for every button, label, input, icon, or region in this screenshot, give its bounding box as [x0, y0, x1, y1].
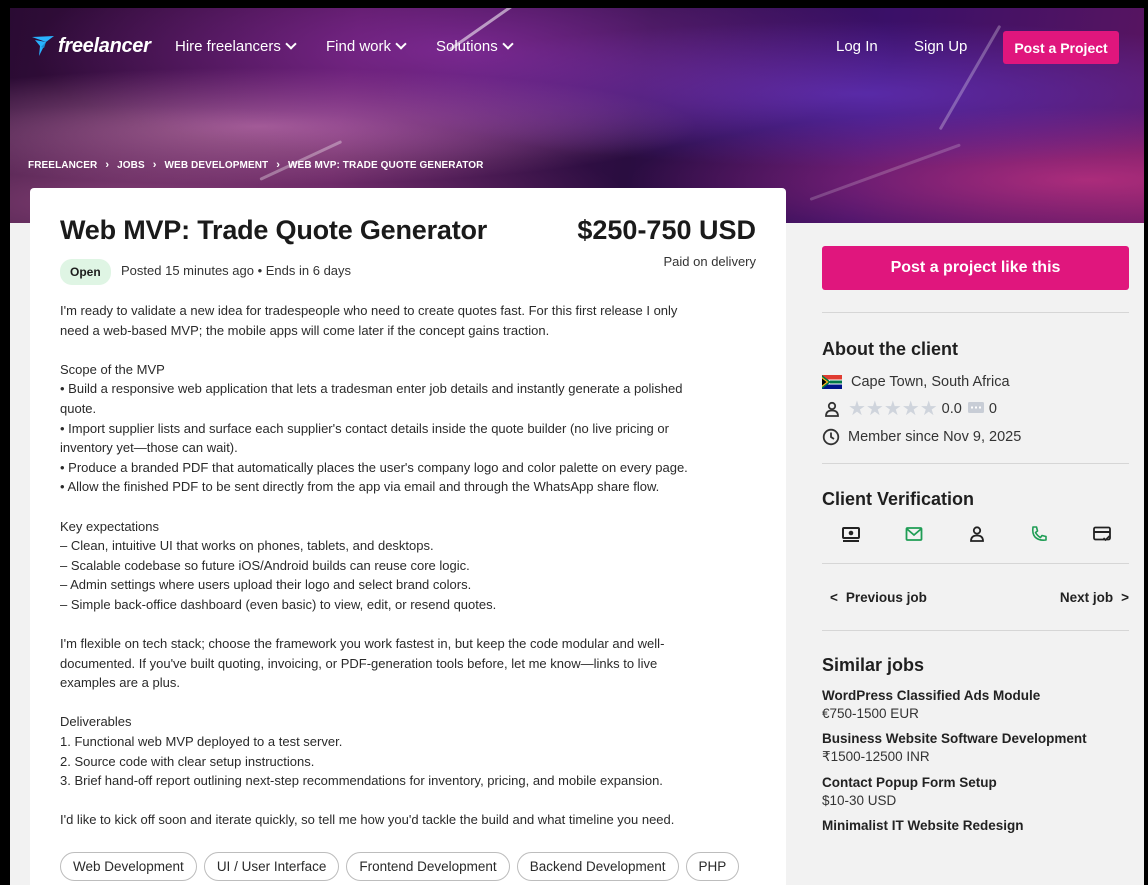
similar-job-title: Business Website Software Development — [822, 731, 1087, 746]
similar-job-title: Minimalist IT Website Redesign — [822, 818, 1024, 833]
post-project-button[interactable]: Post a Project — [1003, 31, 1119, 64]
about-client-heading: About the client — [822, 339, 958, 359]
hero-streak — [809, 143, 961, 201]
breadcrumb-jobs[interactable]: JOBS — [117, 160, 145, 171]
breadcrumb-web-development[interactable]: WEB DEVELOPMENT — [165, 160, 269, 171]
nav-hire-freelancers[interactable]: Hire freelancers — [175, 38, 297, 55]
post-similar-project-button[interactable]: Post a project like this — [822, 246, 1129, 290]
skill-tag[interactable]: Backend Development — [516, 852, 679, 881]
breadcrumb-separator: › — [276, 159, 281, 171]
skill-tag[interactable]: Web Development — [60, 852, 197, 881]
south-africa-flag-icon — [822, 375, 842, 389]
user-icon — [825, 401, 839, 417]
login-label: Log In — [836, 38, 878, 55]
phone-icon — [1032, 526, 1048, 541]
client-rating: ★★★★★ 0.0 0 — [822, 396, 1129, 421]
skill-tag[interactable]: UI / User Interface — [203, 852, 340, 881]
similar-job-title: Contact Popup Form Setup — [822, 775, 997, 790]
comment-icon — [967, 402, 984, 413]
nav-hire-label: Hire freelancers — [175, 38, 281, 55]
email-icon — [905, 527, 923, 541]
job-pagination: < Previous job Next job > — [822, 590, 1129, 605]
signup-label: Sign Up — [914, 38, 968, 55]
reviews-count: 0 — [988, 400, 997, 417]
chevron-down-icon — [395, 38, 407, 50]
similar-job-item[interactable]: Contact Popup Form Setup $10-30 USD — [822, 775, 1129, 808]
user-icon — [969, 526, 984, 542]
top-nav: freelancer Hire freelancers Find work So… — [10, 8, 1144, 86]
divider — [822, 563, 1129, 564]
similar-job-price: $10-30 USD — [822, 793, 897, 808]
description-paragraph: I'm ready to validate a new idea for tra… — [60, 303, 678, 338]
chevron-down-icon — [502, 38, 514, 50]
chevron-left-icon: < — [830, 590, 838, 605]
member-since-text: Member since Nov 9, 2025 — [848, 429, 1022, 445]
next-job-link[interactable]: Next job > — [1060, 590, 1129, 605]
payment-icon — [842, 527, 860, 542]
location-text: Cape Town, South Africa — [851, 374, 1010, 390]
client-verification-heading: Client Verification — [822, 489, 975, 509]
similar-job-item[interactable]: WordPress Classified Ads Module €750-150… — [822, 688, 1129, 721]
description-paragraph: Key expectations – Clean, intuitive UI t… — [60, 518, 497, 612]
star-icon: ★★★★★ — [848, 398, 938, 420]
description-paragraph: I'd like to kick off soon and iterate qu… — [60, 812, 675, 828]
previous-job-link[interactable]: < Previous job — [830, 590, 927, 605]
client-location: Cape Town, South Africa — [822, 374, 1129, 390]
skill-tags: Web Development UI / User Interface Fron… — [60, 852, 740, 881]
login-link[interactable]: Log In — [836, 38, 878, 55]
sidebar: Post a project like this About the clien… — [822, 246, 1129, 833]
divider — [822, 630, 1129, 631]
page-frame: freelancer Hire freelancers Find work So… — [10, 8, 1144, 885]
job-card: Web MVP: Trade Quote Generator $250-750 … — [30, 188, 786, 885]
divider — [822, 312, 1129, 313]
job-title: Web MVP: Trade Quote Generator — [60, 215, 488, 245]
skill-tag[interactable]: PHP — [685, 852, 740, 881]
logo-text: freelancer — [58, 34, 151, 57]
similar-job-title: WordPress Classified Ads Module — [822, 688, 1041, 703]
chevron-down-icon — [285, 38, 297, 50]
nav-solutions-label: Solutions — [436, 38, 498, 55]
next-job-label: Next job — [1059, 590, 1114, 605]
similar-job-item[interactable]: Business Website Software Development ₹1… — [822, 731, 1129, 765]
signup-link[interactable]: Sign Up — [914, 38, 967, 55]
breadcrumb-freelancer[interactable]: FREELANCER — [28, 160, 97, 171]
description-paragraph: I'm flexible on tech stack; choose the f… — [60, 636, 665, 691]
chevron-right-icon: > — [1121, 590, 1129, 605]
similar-job-item[interactable]: Minimalist IT Website Redesign — [822, 818, 1129, 833]
breadcrumb-current: WEB MVP: TRADE QUOTE GENERATOR — [288, 159, 484, 171]
breadcrumb-separator: › — [105, 159, 110, 171]
description-paragraph: Deliverables 1. Functional web MVP deplo… — [60, 714, 663, 789]
card-icon — [1093, 526, 1111, 542]
previous-job-label: Previous job — [845, 590, 927, 605]
freelancer-bird-icon — [32, 36, 54, 56]
payment-terms: Paid on delivery — [663, 254, 757, 269]
job-description: I'm ready to validate a new idea for tra… — [60, 301, 756, 850]
nav-find-label: Find work — [326, 38, 392, 55]
verification-icons — [822, 525, 1129, 543]
job-budget: $250-750 USD — [577, 215, 756, 245]
description-paragraph: Scope of the MVP • Build a responsive we… — [60, 361, 688, 495]
rating-value: 0.0 — [941, 400, 962, 417]
client-member-since: Member since Nov 9, 2025 — [822, 428, 1129, 446]
divider — [822, 463, 1129, 464]
nav-solutions[interactable]: Solutions — [436, 38, 514, 55]
similar-jobs-heading: Similar jobs — [822, 655, 925, 675]
clock-icon — [822, 428, 840, 446]
skill-tag[interactable]: Frontend Development — [346, 852, 510, 881]
breadcrumb: FREELANCER › JOBS › WEB DEVELOPMENT › WE… — [28, 159, 483, 171]
posted-info: Posted 15 minutes ago • Ends in 6 days — [121, 263, 352, 278]
similar-job-price: €750-1500 EUR — [822, 706, 919, 721]
similar-job-price: ₹1500-12500 INR — [822, 749, 930, 764]
status-badge: Open — [60, 259, 111, 285]
freelancer-logo[interactable]: freelancer — [30, 34, 151, 58]
nav-find-work[interactable]: Find work — [326, 38, 407, 55]
breadcrumb-separator: › — [152, 159, 157, 171]
